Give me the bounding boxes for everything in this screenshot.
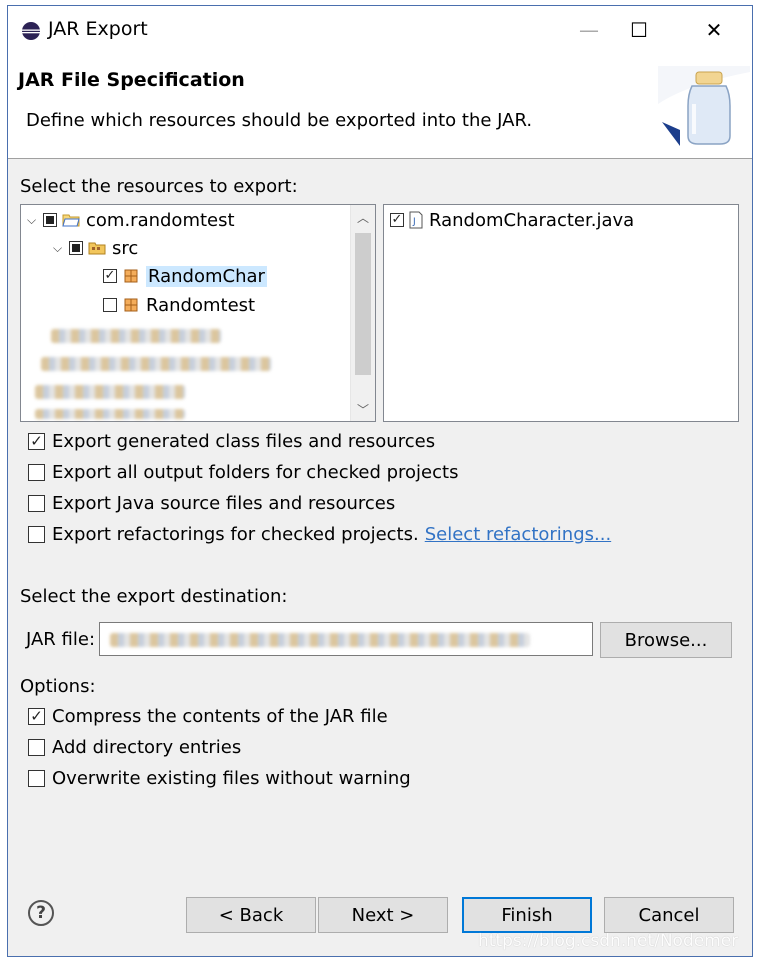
java-file-icon: J <box>409 211 423 229</box>
option-label: Export all output folders for checked pr… <box>52 461 459 483</box>
file-list[interactable]: J RandomCharacter.java <box>383 204 739 422</box>
checkbox[interactable] <box>28 525 45 543</box>
checkbox[interactable] <box>28 463 45 481</box>
option-label: Overwrite existing files without warning <box>52 767 411 789</box>
chevron-down-icon[interactable]: ⌵ <box>53 241 69 256</box>
checkbox[interactable] <box>28 769 45 787</box>
cancel-button[interactable]: Cancel <box>604 897 734 933</box>
option-label: Export generated class files and resourc… <box>52 430 436 452</box>
option-compress[interactable]: Compress the contents of the JAR file <box>28 703 388 729</box>
package-icon <box>124 298 138 312</box>
resource-tree[interactable]: ⌵ com.randomtest ⌵ src ✓ RandomChar Rand… <box>20 204 376 422</box>
tree-checkbox[interactable] <box>43 213 57 227</box>
project-folder-icon <box>62 214 80 227</box>
tree-item-label: src <box>112 237 139 259</box>
scroll-up-icon[interactable]: ︿ <box>351 205 375 229</box>
destination-label: Select the export destination: <box>20 586 288 607</box>
checkbox[interactable] <box>28 707 45 725</box>
option-label: Export refactorings for checked projects… <box>52 523 419 545</box>
finish-button[interactable]: Finish <box>462 897 592 933</box>
tree-item-label: Randomtest <box>146 294 256 316</box>
page-description: Define which resources should be exporte… <box>26 110 533 131</box>
file-checkbox[interactable] <box>390 213 404 227</box>
tree-item-label: com.randomtest <box>86 209 235 231</box>
browse-button[interactable]: Browse... <box>600 622 732 658</box>
source-folder-icon <box>88 242 106 255</box>
minimize-button[interactable]: — <box>566 6 612 54</box>
tree-item-project[interactable]: ⌵ com.randomtest <box>27 207 235 233</box>
tree-item-randomchar[interactable]: RandomChar <box>103 263 267 289</box>
blurred-path <box>110 633 530 647</box>
option-label: Add directory entries <box>52 736 242 758</box>
wizard-header: JAR File Specification Define which reso… <box>8 54 752 159</box>
option-directory-entries[interactable]: Add directory entries <box>28 734 241 760</box>
svg-text:J: J <box>412 217 416 227</box>
watermark: https://blog.csdn.net/Nodemer <box>478 931 739 951</box>
help-icon[interactable]: ? <box>28 900 54 926</box>
jar-file-label: JAR file: <box>26 629 96 650</box>
chevron-down-icon[interactable]: ⌵ <box>27 213 43 228</box>
maximize-button[interactable]: ☐ <box>616 6 662 54</box>
next-button[interactable]: Next > <box>318 897 448 933</box>
tree-item-src[interactable]: ⌵ src <box>53 235 138 261</box>
file-item-label: RandomCharacter.java <box>429 209 635 231</box>
select-refactorings-link[interactable]: Select refactorings... <box>425 524 611 545</box>
checkbox[interactable] <box>28 432 45 450</box>
option-export-refactorings[interactable]: Export refactorings for checked projects… <box>28 521 611 547</box>
blurred-tree-item <box>35 409 185 419</box>
window-title: JAR Export <box>48 18 148 40</box>
blurred-tree-item <box>41 357 271 371</box>
title-bar: JAR Export — ☐ ✕ <box>8 6 752 54</box>
tree-item-randomtest[interactable]: Randomtest <box>103 292 255 318</box>
jar-icon <box>658 66 750 148</box>
checkbox[interactable] <box>28 494 45 512</box>
tree-scrollbar[interactable]: ︿ ﹀ <box>350 205 375 421</box>
option-export-java-source[interactable]: Export Java source files and resources <box>28 490 395 516</box>
option-overwrite[interactable]: Overwrite existing files without warning <box>28 765 411 791</box>
blurred-tree-item <box>51 329 221 343</box>
tree-checkbox[interactable] <box>103 269 117 283</box>
checkbox[interactable] <box>28 738 45 756</box>
package-icon <box>124 269 138 283</box>
jar-export-dialog: JAR Export — ☐ ✕ JAR File Specification … <box>7 5 753 957</box>
tree-item-label: RandomChar <box>146 265 267 287</box>
file-item-randomcharacter[interactable]: J RandomCharacter.java <box>390 207 634 233</box>
jar-file-input[interactable] <box>99 622 593 656</box>
close-button[interactable]: ✕ <box>691 6 737 54</box>
blurred-tree-item <box>35 385 185 399</box>
option-label: Compress the contents of the JAR file <box>52 705 388 727</box>
option-export-output-folders[interactable]: Export all output folders for checked pr… <box>28 459 458 485</box>
back-button[interactable]: < Back <box>186 897 316 933</box>
tree-checkbox[interactable] <box>103 298 117 312</box>
eclipse-icon <box>22 22 40 40</box>
page-title: JAR File Specification <box>18 69 245 91</box>
options-label: Options: <box>20 676 96 697</box>
option-label: Export Java source files and resources <box>52 492 396 514</box>
scroll-thumb[interactable] <box>355 233 371 375</box>
resources-label: Select the resources to export: <box>20 176 298 197</box>
option-export-class-files[interactable]: Export generated class files and resourc… <box>28 428 435 454</box>
tree-checkbox[interactable] <box>69 241 83 255</box>
scroll-down-icon[interactable]: ﹀ <box>351 397 375 421</box>
